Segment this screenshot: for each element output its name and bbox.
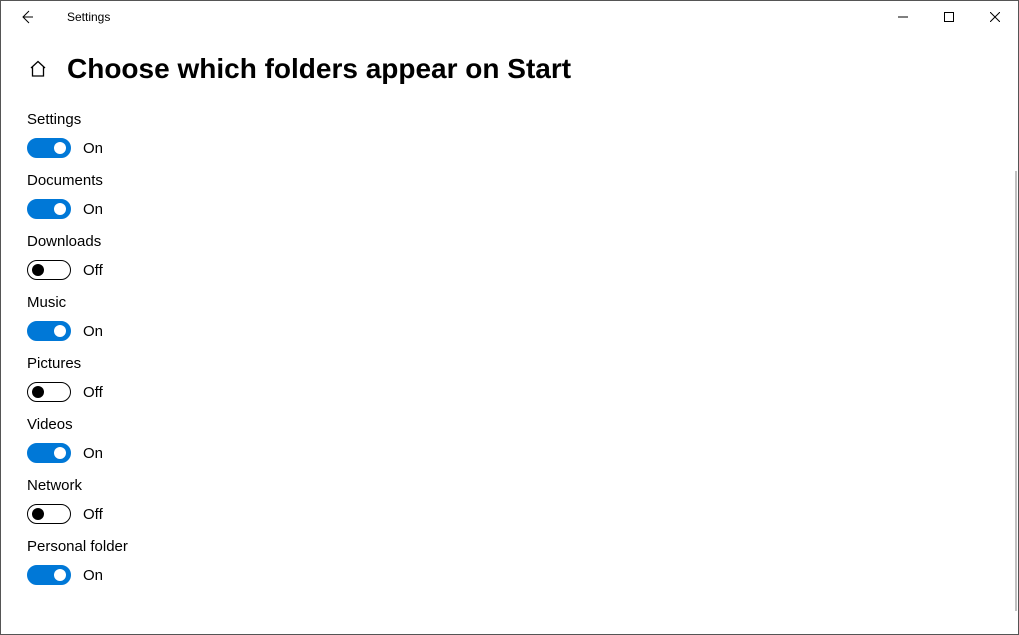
page-header: Choose which folders appear on Start xyxy=(27,53,992,85)
toggle-row-videos: On xyxy=(27,443,992,463)
minimize-button[interactable] xyxy=(880,1,926,33)
toggle-music[interactable] xyxy=(27,321,71,341)
toggle-row-settings: On xyxy=(27,138,992,158)
toggle-row-personal: On xyxy=(27,565,992,585)
titlebar: Settings xyxy=(1,1,1018,33)
toggle-state-pictures: Off xyxy=(83,384,103,401)
toggle-state-personal: On xyxy=(83,567,103,584)
maximize-icon xyxy=(944,12,954,22)
toggle-state-network: Off xyxy=(83,506,103,523)
setting-item-music: Music On xyxy=(27,294,992,341)
toggle-knob xyxy=(54,142,66,154)
titlebar-left: Settings xyxy=(5,1,110,33)
toggle-personal[interactable] xyxy=(27,565,71,585)
setting-label-downloads: Downloads xyxy=(27,233,992,250)
toggle-state-videos: On xyxy=(83,445,103,462)
toggle-knob xyxy=(32,508,44,520)
page-title: Choose which folders appear on Start xyxy=(67,53,571,85)
toggle-settings[interactable] xyxy=(27,138,71,158)
toggle-state-documents: On xyxy=(83,201,103,218)
scrollbar[interactable] xyxy=(1015,171,1017,611)
window-controls xyxy=(880,1,1018,33)
toggle-knob xyxy=(54,447,66,459)
setting-item-videos: Videos On xyxy=(27,416,992,463)
toggle-row-network: Off xyxy=(27,504,992,524)
close-button[interactable] xyxy=(972,1,1018,33)
setting-label-network: Network xyxy=(27,477,992,494)
toggle-row-music: On xyxy=(27,321,992,341)
setting-item-network: Network Off xyxy=(27,477,992,524)
settings-list: Settings On Documents On Downloads Off Music On… xyxy=(27,111,992,585)
home-icon-svg xyxy=(28,59,48,79)
toggle-downloads[interactable] xyxy=(27,260,71,280)
app-title: Settings xyxy=(67,10,110,24)
minimize-icon xyxy=(898,12,908,22)
toggle-row-downloads: Off xyxy=(27,260,992,280)
setting-label-personal: Personal folder xyxy=(27,538,992,555)
toggle-knob xyxy=(54,569,66,581)
setting-label-videos: Videos xyxy=(27,416,992,433)
toggle-knob xyxy=(32,386,44,398)
toggle-videos[interactable] xyxy=(27,443,71,463)
setting-label-documents: Documents xyxy=(27,172,992,189)
toggle-documents[interactable] xyxy=(27,199,71,219)
toggle-knob xyxy=(32,264,44,276)
toggle-knob xyxy=(54,325,66,337)
toggle-row-documents: On xyxy=(27,199,992,219)
back-button[interactable] xyxy=(5,1,49,33)
setting-label-pictures: Pictures xyxy=(27,355,992,372)
toggle-state-downloads: Off xyxy=(83,262,103,279)
toggle-state-music: On xyxy=(83,323,103,340)
toggle-row-pictures: Off xyxy=(27,382,992,402)
setting-item-personal: Personal folder On xyxy=(27,538,992,585)
setting-label-music: Music xyxy=(27,294,992,311)
toggle-network[interactable] xyxy=(27,504,71,524)
setting-label-settings: Settings xyxy=(27,111,992,128)
toggle-state-settings: On xyxy=(83,140,103,157)
home-icon[interactable] xyxy=(27,58,49,80)
content-area: Choose which folders appear on Start Set… xyxy=(1,33,1018,635)
close-icon xyxy=(990,12,1000,22)
maximize-button[interactable] xyxy=(926,1,972,33)
setting-item-settings: Settings On xyxy=(27,111,992,158)
toggle-pictures[interactable] xyxy=(27,382,71,402)
setting-item-pictures: Pictures Off xyxy=(27,355,992,402)
toggle-knob xyxy=(54,203,66,215)
setting-item-documents: Documents On xyxy=(27,172,992,219)
settings-window: Settings xyxy=(0,0,1019,635)
back-arrow-icon xyxy=(19,9,35,25)
setting-item-downloads: Downloads Off xyxy=(27,233,992,280)
